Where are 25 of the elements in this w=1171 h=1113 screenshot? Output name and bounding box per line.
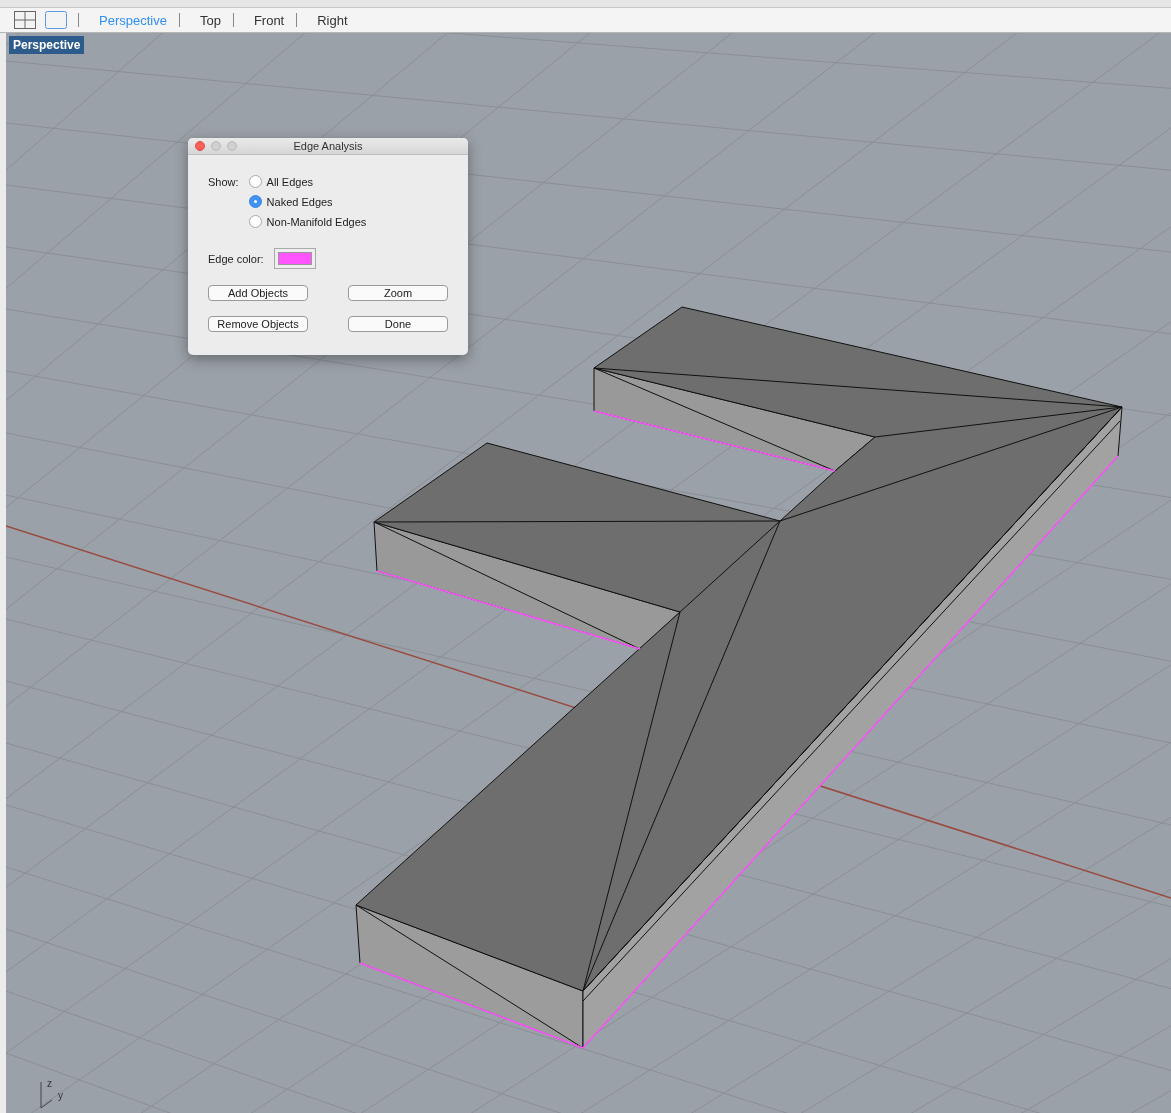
view-tab[interactable]: Right bbox=[307, 12, 358, 28]
zoom-window-button[interactable] bbox=[227, 141, 237, 151]
dialog-button[interactable]: Done bbox=[348, 316, 448, 332]
radio-label[interactable]: Non-Manifold Edges bbox=[266, 215, 367, 228]
dialog-button[interactable]: Zoom bbox=[348, 285, 448, 301]
minimize-button[interactable] bbox=[211, 141, 221, 151]
viewport-label: Perspective bbox=[9, 36, 85, 54]
view-tab[interactable]: Front bbox=[243, 12, 295, 28]
edge-color-label: Edge color: bbox=[208, 252, 264, 265]
radio-button[interactable] bbox=[248, 175, 262, 188]
radio-button[interactable] bbox=[248, 215, 262, 228]
dialog-button[interactable]: Add Objects bbox=[208, 285, 308, 301]
radio-label[interactable]: Naked Edges bbox=[266, 195, 333, 208]
dialog-button[interactable]: Remove Objects bbox=[208, 316, 308, 332]
view-tab[interactable]: Top bbox=[189, 12, 231, 28]
single-viewport-icon[interactable] bbox=[45, 11, 67, 29]
axis-label: z bbox=[47, 1079, 52, 1089]
close-button[interactable] bbox=[195, 141, 205, 151]
four-viewports-icon[interactable] bbox=[14, 11, 36, 29]
radio-label[interactable]: All Edges bbox=[266, 175, 314, 188]
axis-icon bbox=[40, 1081, 53, 1109]
show-label: Show: bbox=[208, 175, 239, 190]
dialog-title: Edge Analysis bbox=[293, 140, 363, 152]
radio-button[interactable] bbox=[248, 195, 262, 208]
axis-label: y bbox=[58, 1091, 63, 1101]
